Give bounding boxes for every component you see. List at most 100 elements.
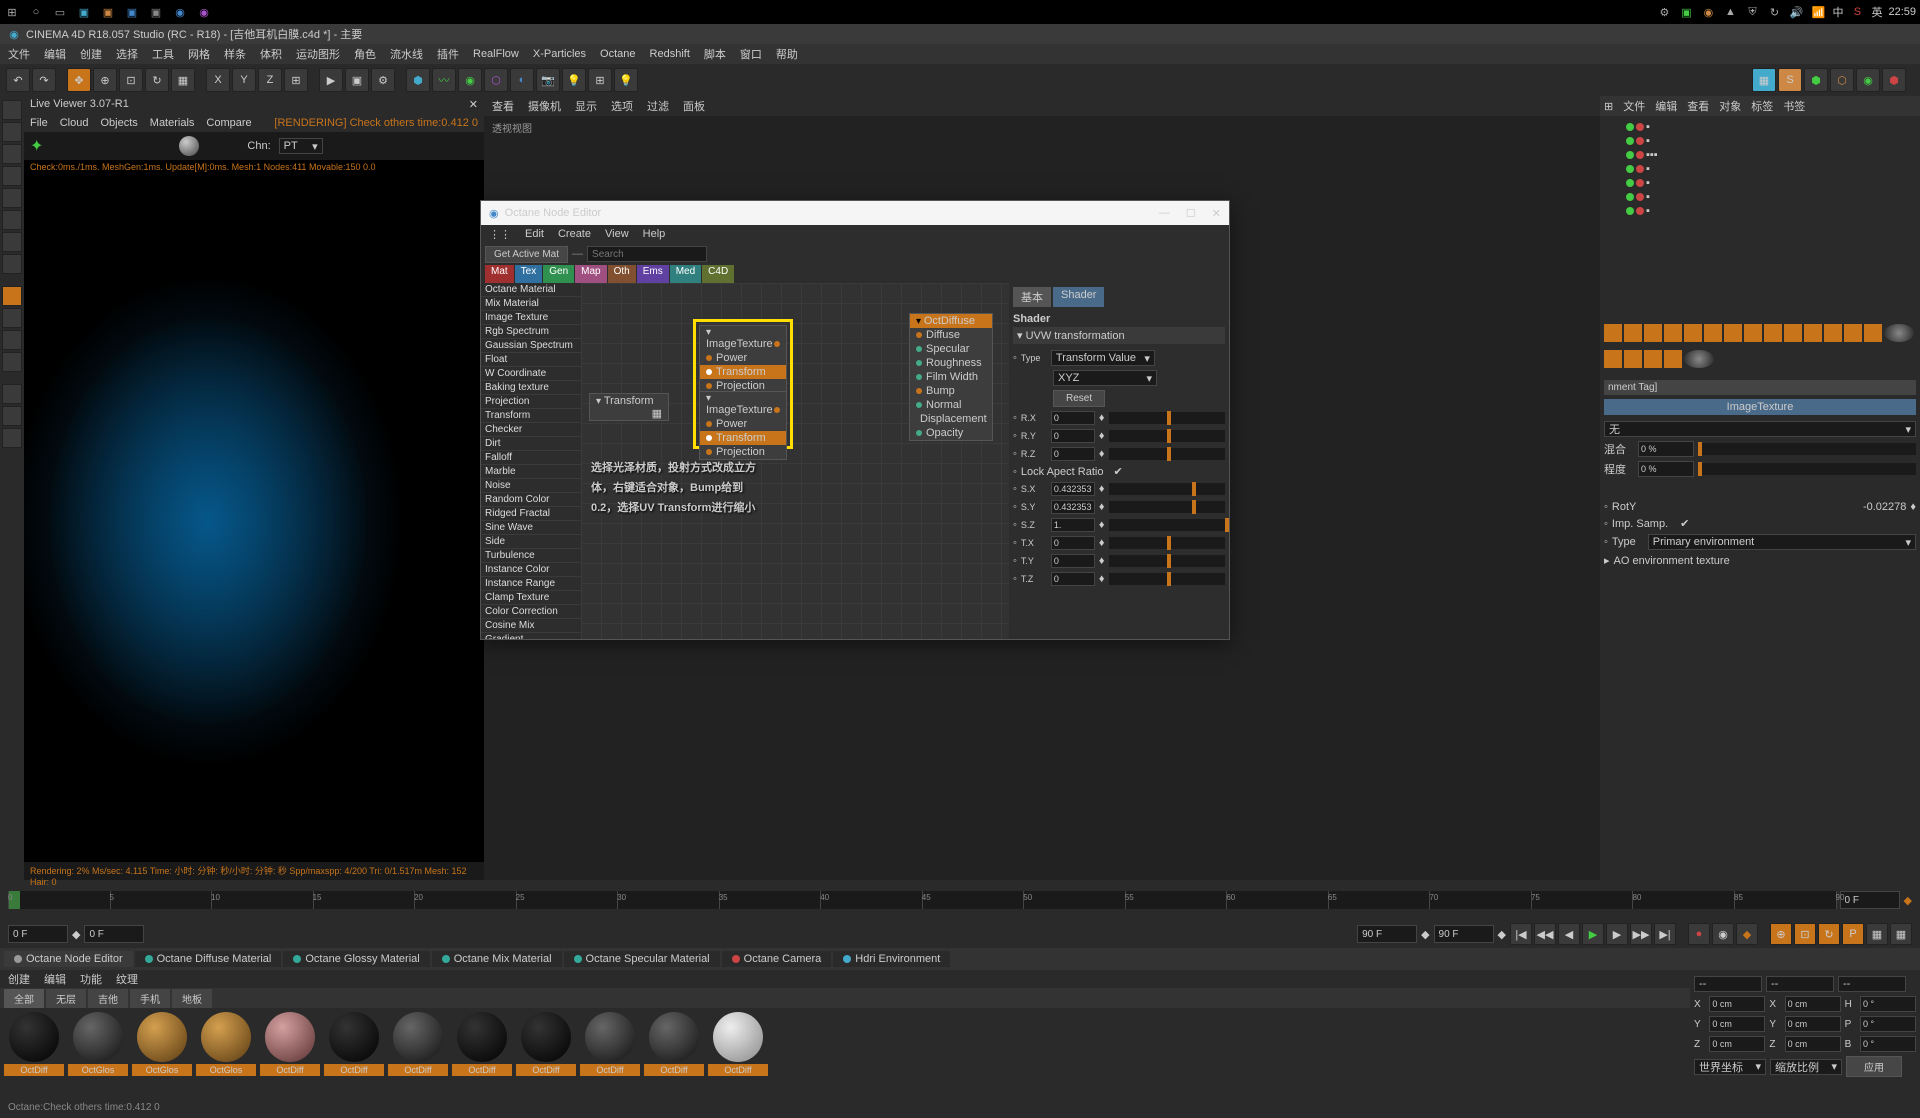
vp-menu-item[interactable]: 过滤 [647, 98, 669, 114]
ne-menu-item[interactable]: Edit [525, 228, 544, 240]
menu-item[interactable]: 角色 [354, 46, 376, 62]
menu-item[interactable]: 编辑 [44, 46, 66, 62]
redo-button[interactable]: ↷ [32, 68, 56, 92]
ne-category-tab[interactable]: Tex [515, 265, 543, 283]
layout-tab[interactable]: Octane Camera [722, 951, 832, 967]
material-item[interactable]: OctDiff [388, 1012, 448, 1096]
sx-input[interactable] [1051, 482, 1095, 496]
material-item[interactable]: OctDiff [644, 1012, 704, 1096]
vp-menu-item[interactable]: 显示 [575, 98, 597, 114]
sz-input[interactable] [1785, 1036, 1841, 1052]
ne-category-tab[interactable]: Map [575, 265, 606, 283]
scale-mode-dropdown[interactable]: 缩放比例▾ [1770, 1059, 1842, 1075]
material-layer-tab[interactable]: 全部 [4, 989, 44, 1008]
node-type-item[interactable]: Sine Wave [481, 521, 581, 535]
imagetexture-node[interactable]: ▾ ImageTexture Power Transform Projectio… [699, 391, 787, 460]
lv-menu-item[interactable]: Materials [150, 117, 195, 129]
vp-menu-item[interactable]: 面板 [683, 98, 705, 114]
material-preview[interactable] [179, 136, 199, 156]
ne-category-tab[interactable]: Gen [543, 265, 574, 283]
z-axis-toggle[interactable]: Z [258, 68, 282, 92]
node-type-item[interactable]: Falloff [481, 451, 581, 465]
material-item[interactable]: OctDiff [516, 1012, 576, 1096]
point-mode[interactable] [2, 166, 22, 186]
uvw-header[interactable]: ▾ UVW transformation [1013, 327, 1225, 344]
octane-button[interactable]: ⬢ [1882, 68, 1906, 92]
menu-item[interactable]: RealFlow [473, 48, 519, 60]
sx-input[interactable] [1785, 996, 1841, 1012]
app-icon[interactable]: ▣ [100, 4, 116, 20]
octane-button[interactable]: S [1778, 68, 1802, 92]
keyframe-icon[interactable]: ◆ [1904, 894, 1912, 907]
menu-item[interactable]: Octane [600, 48, 635, 60]
layout-tab[interactable]: Octane Specular Material [564, 951, 720, 967]
goto-start-button[interactable]: |◀ [1510, 923, 1532, 945]
environment-button[interactable]: ◐ [510, 68, 534, 92]
tz-slider[interactable] [1109, 573, 1225, 585]
side-btn[interactable] [2, 232, 22, 252]
render-region-button[interactable]: ▣ [345, 68, 369, 92]
lv-menu-item[interactable]: Cloud [60, 117, 89, 129]
side-btn[interactable] [2, 352, 22, 372]
close-icon[interactable]: ✕ [1212, 207, 1221, 220]
p-input[interactable] [1860, 1016, 1916, 1032]
timeline-ruler[interactable]: 051015202530354045505560657075808590 [8, 891, 1836, 909]
rotate-tool[interactable]: ↻ [145, 68, 169, 92]
tray-icon[interactable]: ◉ [1700, 4, 1716, 20]
keyframe-icon[interactable]: ◆ [72, 928, 80, 941]
node-type-item[interactable]: Turbulence [481, 549, 581, 563]
node-type-item[interactable]: Projection [481, 395, 581, 409]
ne-category-tab[interactable]: Mat [485, 265, 514, 283]
tl-option[interactable]: ▦ [1866, 923, 1888, 945]
tray-icon[interactable]: ▣ [1678, 4, 1694, 20]
layout-tab[interactable]: Octane Glossy Material [283, 951, 429, 967]
menu-item[interactable]: 文件 [8, 46, 30, 62]
sy-slider[interactable] [1109, 501, 1225, 513]
ry-input[interactable] [1051, 429, 1095, 443]
sz-input[interactable] [1051, 518, 1095, 532]
side-btn[interactable] [2, 308, 22, 328]
move-tool[interactable]: ⊕ [93, 68, 117, 92]
object-hierarchy[interactable]: ▪ ▪ ▪▪▪ ▪ ▪ ▪ ▪ [1600, 116, 1920, 316]
x-axis-toggle[interactable]: X [206, 68, 230, 92]
b-input[interactable] [1860, 1036, 1916, 1052]
material-item[interactable]: OctGlos [132, 1012, 192, 1096]
next-frame-button[interactable]: ▶ [1606, 923, 1628, 945]
blend-dropdown[interactable]: 无▾ [1604, 421, 1916, 437]
ne-category-tab[interactable]: C4D [702, 265, 734, 283]
tray-icon[interactable]: 📶 [1810, 4, 1826, 20]
node-type-item[interactable]: Instance Range [481, 577, 581, 591]
menu-item[interactable]: 流水线 [390, 46, 423, 62]
ry-slider[interactable] [1109, 430, 1225, 442]
ty-slider[interactable] [1109, 555, 1225, 567]
node-type-item[interactable]: Rgb Spectrum [481, 325, 581, 339]
minimize-icon[interactable]: — [1159, 207, 1170, 220]
mat-menu-item[interactable]: 功能 [80, 971, 102, 987]
rz-input[interactable] [1051, 447, 1095, 461]
tool-btn[interactable]: ▦ [171, 68, 195, 92]
node-type-item[interactable]: Gaussian Spectrum [481, 339, 581, 353]
rp-tab[interactable]: 文件 [1623, 98, 1645, 114]
coord-mode[interactable]: -- [1766, 976, 1834, 992]
tl-option[interactable]: P [1842, 923, 1864, 945]
tool-btn[interactable]: ⊞ [284, 68, 308, 92]
tray-icon[interactable]: 🔊 [1788, 4, 1804, 20]
y-axis-toggle[interactable]: Y [232, 68, 256, 92]
node-type-item[interactable]: Octane Material [481, 283, 581, 297]
record-button[interactable]: ● [1688, 923, 1710, 945]
layout-tab[interactable]: Octane Diffuse Material [135, 951, 282, 967]
tl-option[interactable]: ▦ [1890, 923, 1912, 945]
imagetexture-node[interactable]: ▾ ImageTexture Power Transform Projectio… [699, 325, 787, 394]
tz-input[interactable] [1051, 572, 1095, 586]
vp-menu-item[interactable]: 选项 [611, 98, 633, 114]
clock[interactable]: 22:59 [1888, 6, 1916, 18]
close-icon[interactable]: ✕ [469, 98, 478, 112]
rx-slider[interactable] [1109, 412, 1225, 424]
coord-mode[interactable]: -- [1838, 976, 1906, 992]
xyz-dropdown[interactable]: XYZ▾ [1053, 370, 1157, 386]
tray-icon[interactable]: ↻ [1766, 4, 1782, 20]
octane-button[interactable]: ⬢ [1804, 68, 1828, 92]
menu-item[interactable]: 创建 [80, 46, 102, 62]
type-dropdown[interactable]: Transform Value▾ [1051, 350, 1155, 366]
env-type-dropdown[interactable]: Primary environment▾ [1648, 534, 1916, 550]
